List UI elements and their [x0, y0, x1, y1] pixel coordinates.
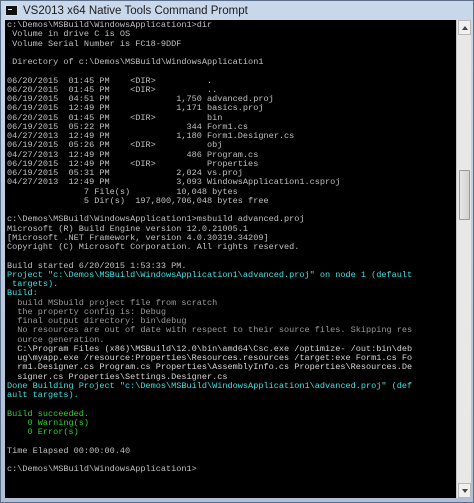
vertical-scrollbar[interactable]	[456, 20, 471, 498]
console-line: 5 Dir(s) 197,800,706,048 bytes free	[7, 195, 269, 206]
scroll-down-button[interactable]	[458, 483, 471, 498]
console-line: Directory of c:\Demos\MSBuild\WindowsApp…	[7, 57, 264, 67]
console-line: Volume Serial Number is FC18-9DDF	[7, 38, 182, 49]
console-line: ault targets).	[7, 390, 79, 400]
console-app-icon[interactable]	[5, 5, 18, 16]
console-line: Copyright (C) Microsoft Corporation. All…	[7, 242, 300, 252]
console-output[interactable]: c:\Demos\MSBuild\WindowsApplication1>dir…	[5, 20, 456, 498]
scrollbar-thumb[interactable]	[459, 170, 470, 220]
console-line: 0 Error(s)	[7, 427, 79, 437]
console-line: Time Elapsed 00:00:00.40	[7, 445, 131, 456]
console-line: Project "c:\Demos\MSBuild\WindowsApplica…	[7, 269, 413, 280]
arrow-up-icon	[461, 25, 468, 30]
arrow-down-icon	[461, 488, 468, 493]
console-line: targets).	[7, 279, 59, 289]
scroll-up-button[interactable]	[458, 20, 471, 35]
command-prompt-window: VS2013 x64 Native Tools Command Prompt c…	[0, 0, 474, 503]
console-line: c:\Demos\MSBuild\WindowsApplication1>	[7, 464, 197, 474]
title-bar[interactable]: VS2013 x64 Native Tools Command Prompt	[1, 1, 473, 20]
window-title: VS2013 x64 Native Tools Command Prompt	[23, 4, 248, 17]
